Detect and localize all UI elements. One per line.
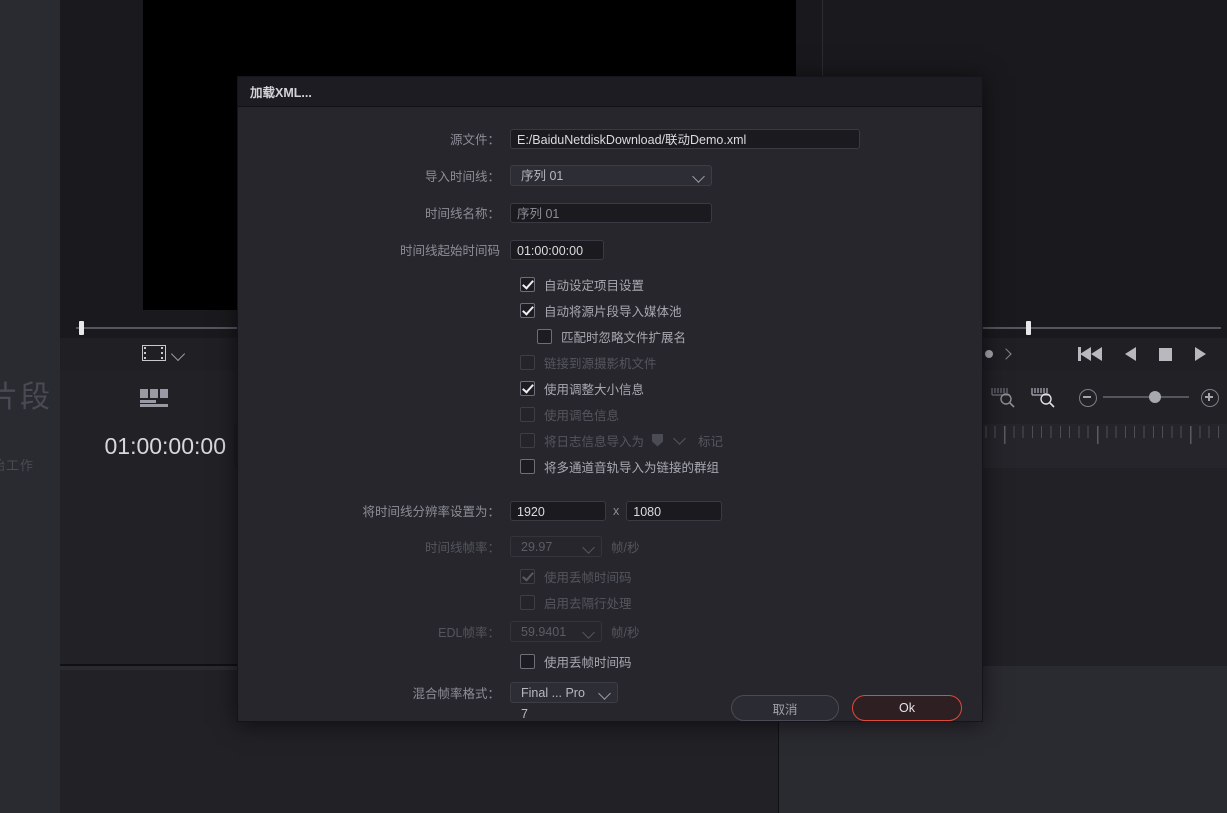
checkbox-auto-project-settings[interactable] <box>520 276 535 292</box>
timeline-start-tc-label: 时间线起始时间码 <box>399 244 500 258</box>
clip-strip-icon[interactable] <box>140 389 168 407</box>
checkbox-label-use-sizing-info: 使用调整大小信息 <box>544 382 645 397</box>
mixed-framerate-select[interactable]: Final ... Pro 7 <box>510 682 618 721</box>
timeline-framerate-value: 29.97 <box>521 540 553 554</box>
skip-to-start-icon[interactable] <box>1078 347 1102 361</box>
dialog-actions: 取消 Ok <box>731 695 962 721</box>
edl-framerate-unit: 帧/秒 <box>611 626 640 640</box>
checkbox-label-use-drop-frame-tc-timeline: 使用丢帧时间码 <box>544 570 632 585</box>
checkbox-label-link-camera-files: 链接到源摄影机文件 <box>544 356 657 371</box>
resolution-x-separator: x <box>613 503 620 518</box>
checkbox-label-ignore-file-extensions: 匹配时忽略文件扩展名 <box>561 330 687 345</box>
checkbox-use-color-info <box>520 406 535 422</box>
dialog-body: 源文件： E:/BaiduNetdiskDownload/联动Demo.xml … <box>238 124 982 738</box>
left-rail-label-clips: 片段 <box>0 381 52 414</box>
resolution-height-input[interactable]: 1080 <box>626 500 723 521</box>
checkbox-label-auto-import-clips: 自动将源片段导入媒体池 <box>544 304 682 319</box>
checkbox-use-sizing-info[interactable] <box>520 380 535 396</box>
checkbox-enable-deinterlace <box>520 594 535 610</box>
chevron-down-icon <box>582 626 595 639</box>
checkbox-label-enable-deinterlace: 启用去隔行处理 <box>544 596 632 611</box>
timecode-panel: 01:00:00:00 <box>60 424 234 469</box>
framerate-option-2: 启用去隔行处理 <box>238 589 982 615</box>
checkbox-link-camera-files <box>520 354 535 370</box>
marker-color-icon <box>652 433 664 447</box>
chevron-down-icon[interactable] <box>170 346 186 362</box>
resolution-width-input[interactable]: 1920 <box>510 500 606 521</box>
source-file-input[interactable]: E:/BaiduNetdiskDownload/联动Demo.xml <box>510 128 860 149</box>
chevron-down-icon <box>582 541 595 554</box>
cancel-button[interactable]: 取消 <box>731 695 839 721</box>
mixed-framerate-value: Final ... Pro 7 <box>521 686 585 721</box>
checkbox-row-use-sizing-info[interactable]: 使用调整大小信息 <box>238 375 982 401</box>
options-checkbox-list: 自动设定项目设置自动将源片段导入媒体池匹配时忽略文件扩展名链接到源摄影机文件 使用… <box>238 271 982 479</box>
zoom-slider-track[interactable] <box>1103 396 1189 398</box>
left-rail-label-start: 始工作 <box>0 458 35 473</box>
timeline-framerate-select: 29.97 <box>510 536 602 557</box>
import-timeline-value: 序列 01 <box>521 169 564 183</box>
chevron-right-icon[interactable] <box>1000 348 1012 360</box>
edl-framerate-label: EDL帧率： <box>438 626 500 640</box>
viewer-timecode: 01:00:00:00 <box>104 433 226 459</box>
chevron-down-icon <box>692 170 705 183</box>
checkbox-label-use-drop-frame-tc-edl: 使用丢帧时间码 <box>544 655 632 670</box>
checkbox-row-use-drop-frame-tc-edl[interactable]: 使用丢帧时间码 <box>238 648 982 674</box>
checkbox-label-use-color-info: 使用调色信息 <box>544 408 620 423</box>
edl-framerate-value: 59.9401 <box>521 625 567 639</box>
checkbox-label-auto-project-settings: 自动设定项目设置 <box>544 278 645 293</box>
import-timeline-label: 导入时间线： <box>424 170 500 184</box>
filmstrip-icon[interactable] <box>142 345 166 361</box>
zoom-fit-ruler-icon[interactable] <box>991 386 1015 408</box>
checkbox-row-auto-project-settings[interactable]: 自动设定项目设置 <box>238 271 982 297</box>
dialog-titlebar: 加载XML... <box>238 77 982 107</box>
zoom-in-icon[interactable] <box>1201 389 1219 407</box>
edl-framerate-select: 59.9401 <box>510 621 602 642</box>
mixed-framerate-label: 混合帧率格式： <box>412 687 500 701</box>
play-icon[interactable] <box>1195 347 1206 361</box>
zoom-full-ruler-icon[interactable] <box>1031 386 1055 408</box>
resolution-label: 将时间线分辨率设置为： <box>362 505 500 519</box>
chevron-down-icon <box>673 431 686 445</box>
checkbox-import-log-as-marker <box>520 432 535 448</box>
timeline-playhead[interactable] <box>1026 321 1031 335</box>
checkbox-ignore-file-extensions[interactable] <box>537 328 552 344</box>
checkbox-label-multichannel-linked: 将多通道音轨导入为链接的群组 <box>544 460 720 475</box>
timeline-start-tc-input[interactable]: 01:00:00:00 <box>510 239 604 260</box>
dialog-title: 加载XML... <box>250 86 312 100</box>
import-timeline-select[interactable]: 序列 01 <box>510 165 712 186</box>
checkbox-use-drop-frame-tc-timeline <box>520 568 535 584</box>
zoom-slider-knob[interactable] <box>1149 391 1161 403</box>
scrubber-playhead[interactable] <box>79 321 84 335</box>
framerate-option-1: 使用丢帧时间码 <box>238 563 982 589</box>
chevron-down-icon <box>598 687 611 700</box>
zoom-out-icon[interactable] <box>1079 389 1097 407</box>
timeline-framerate-unit: 帧/秒 <box>611 541 640 555</box>
checkbox-row-auto-import-clips[interactable]: 自动将源片段导入媒体池 <box>238 297 982 323</box>
checkbox-use-drop-frame-tc-edl[interactable] <box>520 653 535 669</box>
checkbox-label-import-log-as-marker: 将日志信息导入为 <box>544 434 645 449</box>
checkbox-row-multichannel-linked[interactable]: 将多通道音轨导入为链接的群组 <box>238 453 982 479</box>
source-file-label: 源文件： <box>449 133 500 147</box>
checkbox-auto-import-clips[interactable] <box>520 302 535 318</box>
checkbox-multichannel-linked[interactable] <box>520 458 535 474</box>
timeline-name-label: 时间线名称： <box>424 207 500 221</box>
checkbox-row-import-log-as-marker: 将日志信息导入为 标记 <box>238 427 982 453</box>
play-reverse-icon[interactable] <box>1125 347 1136 361</box>
checkbox-row-use-color-info: 使用调色信息 <box>238 401 982 427</box>
checkbox-row-use-drop-frame-tc-timeline: 使用丢帧时间码 <box>238 563 982 589</box>
timeline-name-input[interactable]: 序列 01 <box>510 202 712 223</box>
playback-controls <box>1078 338 1227 370</box>
stop-icon[interactable] <box>1159 347 1172 361</box>
checkbox-row-ignore-file-extensions[interactable]: 匹配时忽略文件扩展名 <box>238 323 982 349</box>
marker-suffix-label: 标记 <box>698 434 724 449</box>
ok-button[interactable]: Ok <box>852 695 962 721</box>
load-xml-dialog: 加载XML... 源文件： E:/BaiduNetdiskDownload/联动… <box>237 76 983 722</box>
checkbox-row-link-camera-files: 链接到源摄影机文件 <box>238 349 982 375</box>
timeline-framerate-label: 时间线帧率： <box>424 541 500 555</box>
record-dot-icon[interactable] <box>985 350 993 358</box>
checkbox-row-enable-deinterlace: 启用去隔行处理 <box>238 589 982 615</box>
framerate-option-3: 使用丢帧时间码 <box>238 648 982 674</box>
